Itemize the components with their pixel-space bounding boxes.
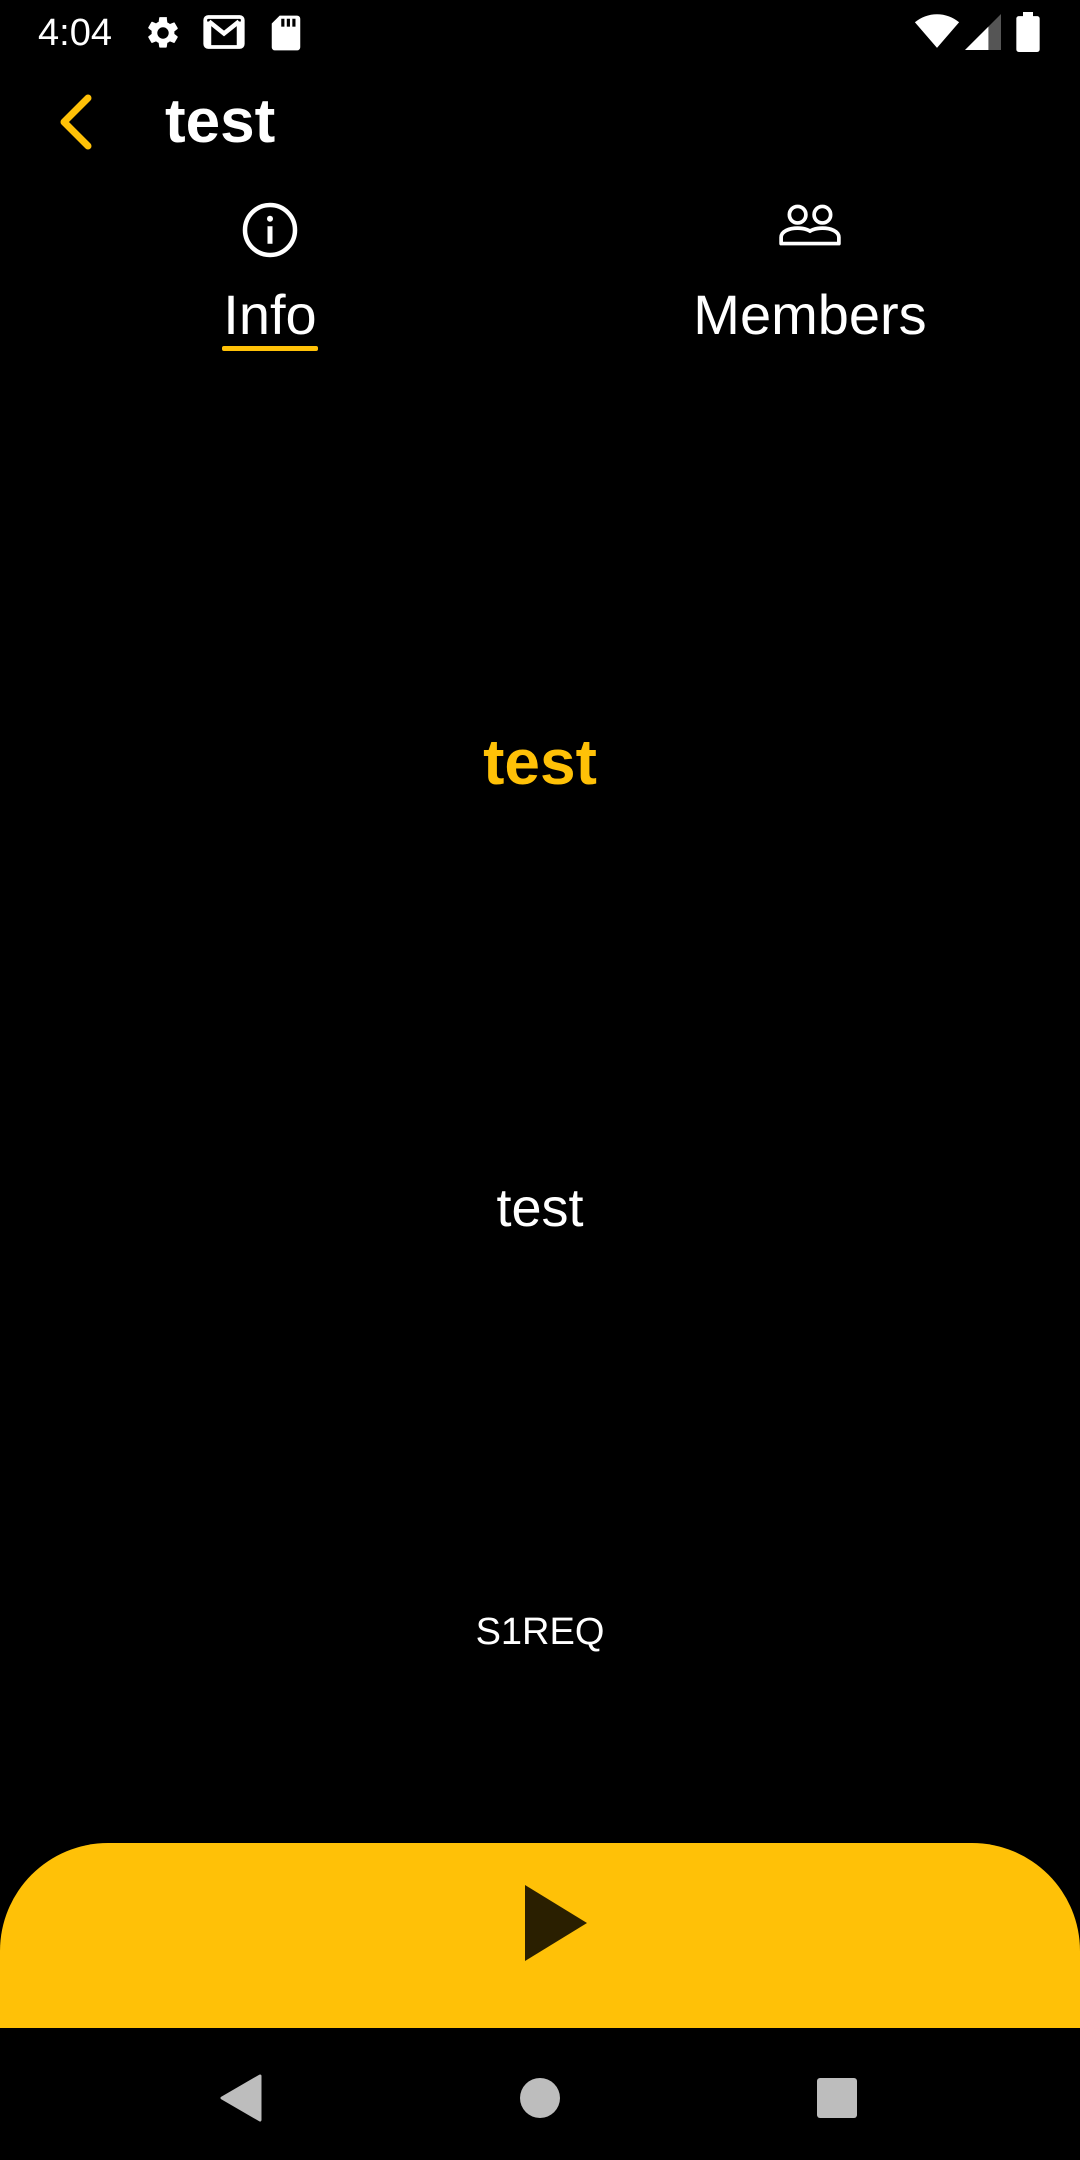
tab-members-label: Members <box>693 283 927 346</box>
play-button[interactable] <box>0 1843 1080 2028</box>
nav-home-button[interactable] <box>500 2058 580 2138</box>
gmail-icon <box>203 15 245 49</box>
group-name: test <box>483 726 597 798</box>
system-nav-bar <box>0 2028 1080 2160</box>
wifi-icon <box>914 14 960 48</box>
status-time: 4:04 <box>38 12 112 54</box>
group-description: test <box>496 1178 584 1238</box>
sd-card-icon <box>271 15 301 51</box>
nav-back-icon <box>220 2074 262 2122</box>
nav-recents-button[interactable] <box>797 2058 877 2138</box>
group-code: S1REQ <box>475 1611 605 1653</box>
status-bar: 4:04 <box>0 0 1080 66</box>
battery-icon <box>1016 12 1040 52</box>
tab-members[interactable]: Members <box>540 190 1080 360</box>
tab-info-label: Info <box>223 283 317 346</box>
tab-selected-indicator <box>222 346 318 351</box>
nav-home-icon <box>520 2078 560 2118</box>
info-icon <box>242 202 298 258</box>
signal-icon <box>965 14 1001 50</box>
group-icon <box>779 204 841 246</box>
back-button[interactable] <box>40 86 112 158</box>
nav-back-button[interactable] <box>200 2058 280 2138</box>
nav-recents-icon <box>817 2078 857 2118</box>
tab-bar: Info Members <box>0 190 1080 360</box>
chevron-left-icon <box>60 94 92 150</box>
play-icon <box>525 1885 587 1961</box>
app-bar: test <box>0 66 1080 178</box>
page-title: test <box>165 87 276 156</box>
tab-info[interactable]: Info <box>0 190 540 360</box>
gear-icon <box>148 17 178 48</box>
